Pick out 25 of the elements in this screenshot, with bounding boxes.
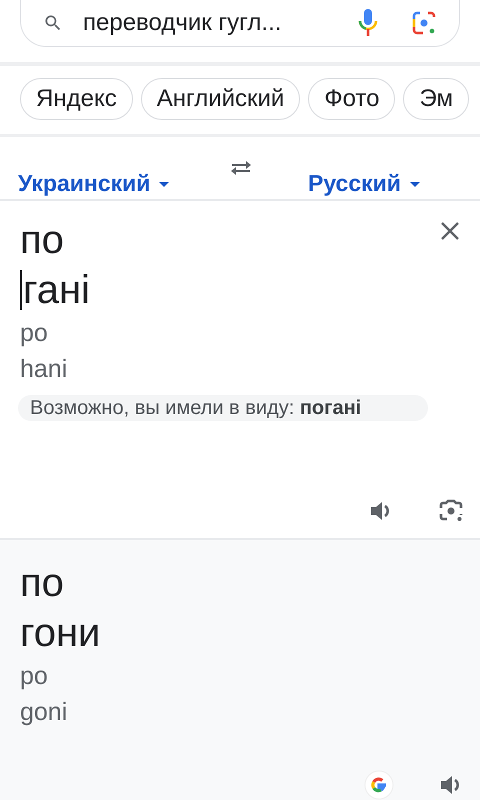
source-text: по — [20, 217, 64, 264]
microphone-icon[interactable] — [357, 8, 379, 38]
target-language-dropdown[interactable]: Русский — [308, 170, 480, 197]
search-chip[interactable]: Английский — [140, 78, 300, 120]
source-text: гані — [23, 267, 90, 314]
camera-icon[interactable] — [438, 498, 464, 524]
search-query: переводчик гугл... — [83, 9, 282, 37]
transliteration: goni — [20, 698, 68, 726]
search-chip[interactable]: Фото — [308, 78, 396, 120]
search-chip[interactable]: Эм — [403, 78, 469, 120]
caret-icon — [158, 180, 170, 188]
camera-icon[interactable] — [411, 10, 437, 36]
search-field[interactable]: переводчик гугл... — [20, 0, 460, 47]
search-chip[interactable]: Яндекс — [20, 78, 133, 120]
transliteration: hani — [20, 355, 68, 383]
spelling-suggestion[interactable]: Возможно, вы имели в виду: погані — [18, 395, 428, 421]
search-icon — [43, 13, 63, 33]
transliteration: po — [20, 662, 48, 690]
close-icon[interactable] — [440, 221, 460, 241]
translated-text: по — [20, 560, 64, 607]
google-logo[interactable] — [364, 770, 394, 800]
transliteration: po — [20, 319, 48, 347]
translated-text: гони — [20, 610, 100, 657]
source-language-dropdown[interactable]: Украинский — [18, 170, 228, 197]
caret-icon — [408, 180, 421, 188]
